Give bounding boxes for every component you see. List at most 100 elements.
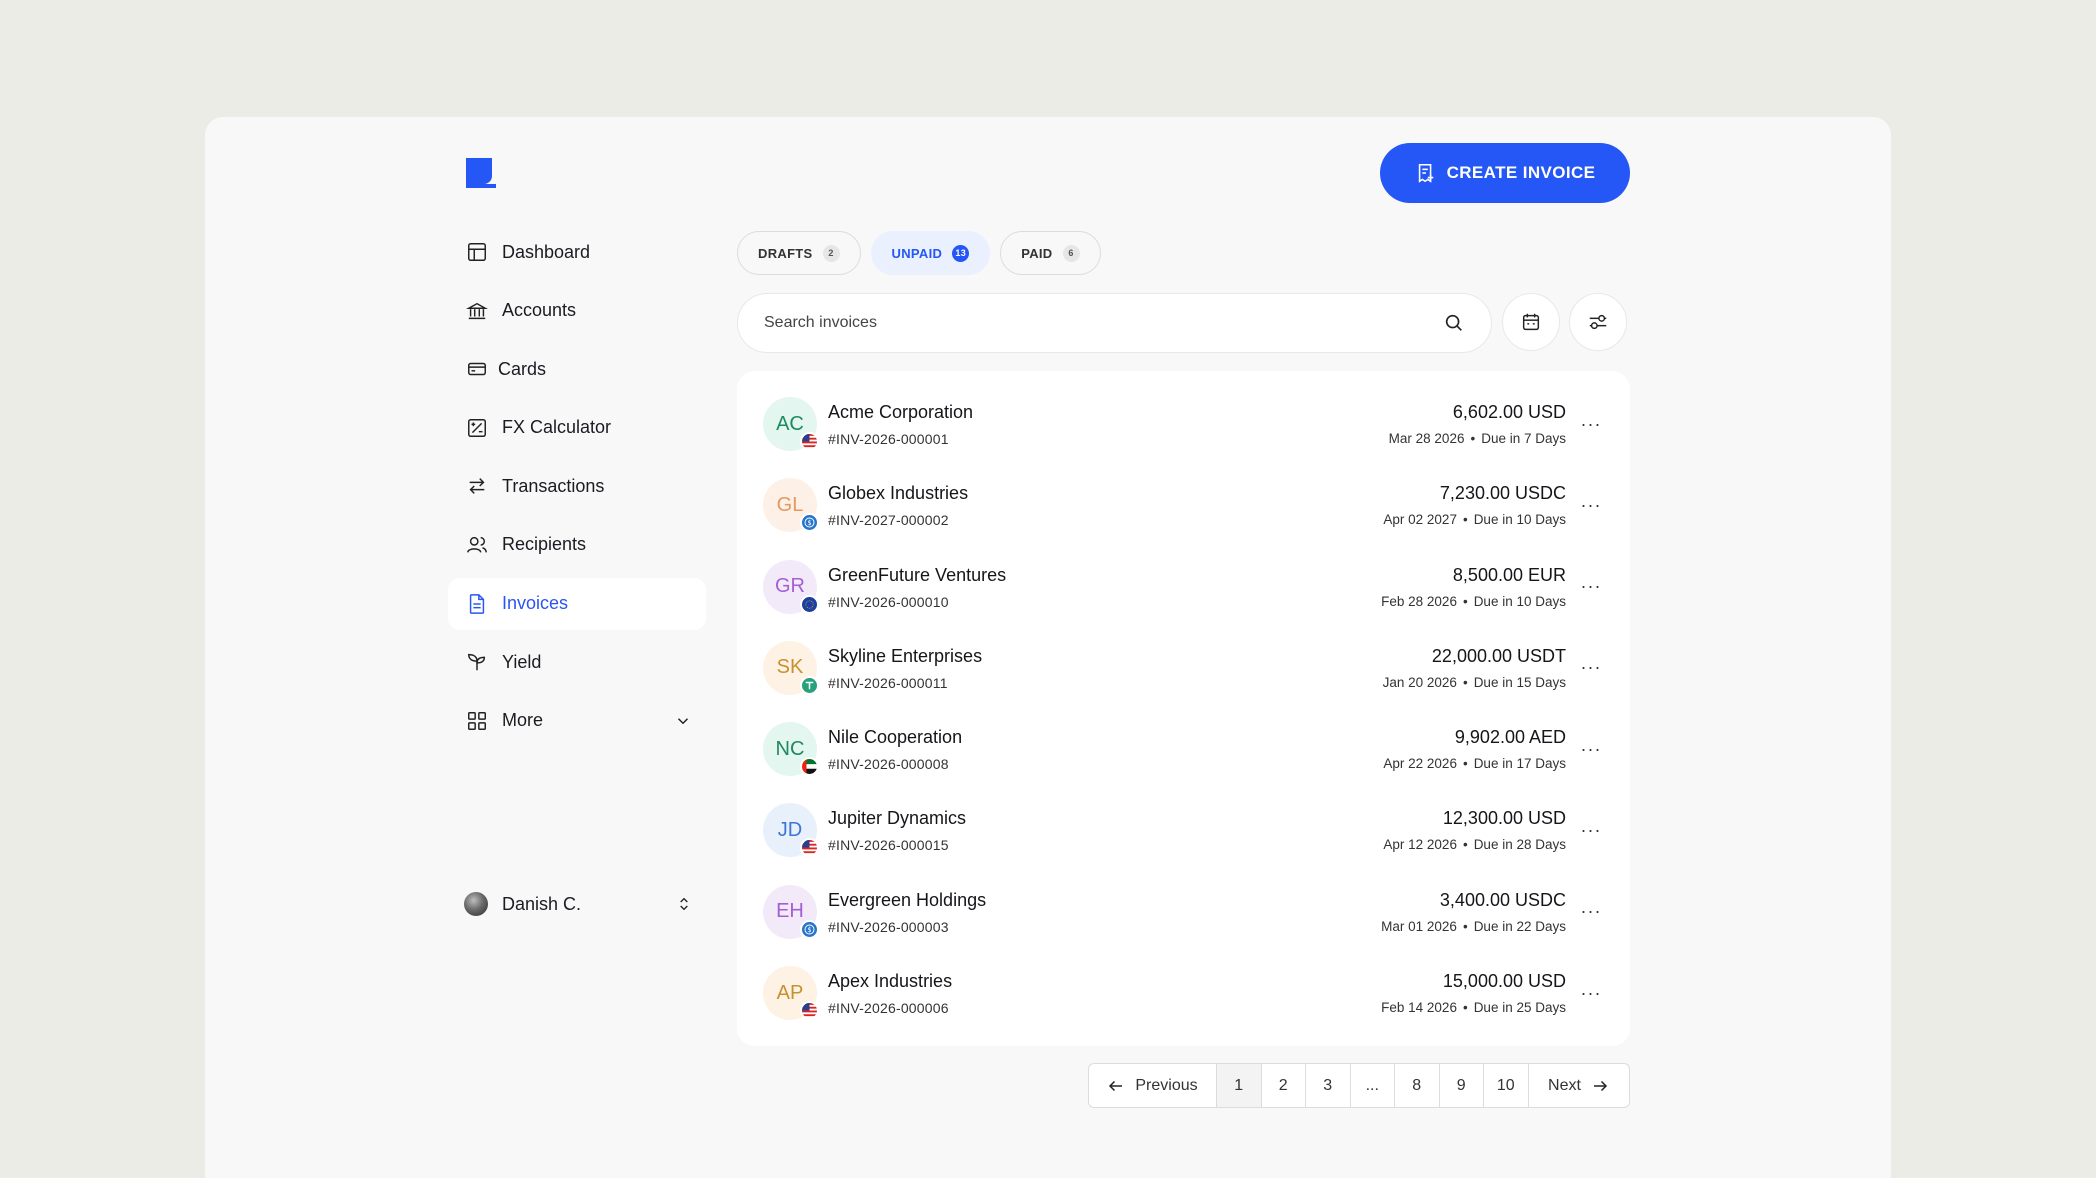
invoice-row[interactable]: GR GreenFuture Ventures #INV-2026-000010 8,…	[737, 548, 1630, 629]
page-button-8[interactable]: 8	[1395, 1064, 1440, 1107]
page-button-3[interactable]: 3	[1306, 1064, 1351, 1107]
page-button-9[interactable]: 9	[1440, 1064, 1484, 1107]
usdc-icon: $	[800, 513, 819, 533]
separator-dot: •	[1462, 837, 1468, 853]
calendar-button[interactable]	[1502, 293, 1560, 351]
invoice-number: #INV-2026-000015	[828, 837, 949, 854]
tab-count-badge: 2	[822, 244, 840, 262]
invoice-amount: 3,400.00 USDC	[1439, 889, 1566, 910]
company-name: Skyline Enterprises	[828, 645, 983, 666]
invoice-row[interactable]: EH $ Evergreen Holdings #INV-2026-000003 3,4…	[737, 873, 1630, 954]
sidebar-item-cards[interactable]: Cards	[448, 343, 706, 395]
invoice-number: #INV-2026-000011	[828, 674, 948, 691]
more-options-icon[interactable]: ···	[1580, 494, 1602, 516]
due-status: Due in 10 Days	[1473, 593, 1566, 609]
sidebar-item-label: FX Calculator	[502, 417, 612, 438]
invoice-row[interactable]: JD Jupiter Dynamics #INV-2026-000015 12,300…	[737, 791, 1630, 872]
invoice-number: #INV-2026-000010	[828, 593, 949, 610]
invoice-row[interactable]: GL $ Globex Industries #INV-2027-000002 7,23…	[737, 466, 1630, 547]
filter-button[interactable]	[1569, 293, 1627, 351]
page-button-1[interactable]: 1	[1217, 1064, 1262, 1107]
separator-dot: •	[1462, 918, 1468, 934]
sliders-icon	[1589, 314, 1607, 330]
invoice-dates: Feb 14 2026 • Due in 25 Days	[1381, 1000, 1566, 1015]
separator-dot: •	[1462, 512, 1468, 528]
page-button-10[interactable]: 10	[1484, 1064, 1529, 1107]
due-status: Due in 22 Days	[1473, 918, 1566, 934]
invoice-list: AC Acme Corporation #INV-2026-000001 6,602.…	[737, 371, 1630, 1046]
invoice-row[interactable]: SK Skyline Enterprises #INV-2026-000011 22,…	[737, 629, 1630, 710]
search-icon[interactable]	[1443, 312, 1465, 334]
document-icon	[466, 593, 488, 615]
more-options-icon[interactable]: ···	[1580, 413, 1602, 435]
separator-dot: •	[1462, 593, 1468, 609]
eu-flag-icon	[800, 594, 819, 614]
invoice-dates: Mar 28 2026 • Due in 7 Days	[1389, 431, 1566, 446]
invoice-number: #INV-2026-000001	[828, 431, 949, 447]
next-page-button[interactable]: Next	[1529, 1064, 1629, 1107]
search-input[interactable]	[764, 314, 1443, 332]
company-name: Jupiter Dynamics	[828, 808, 967, 829]
create-invoice-button[interactable]: CREATE INVOICE	[1380, 143, 1630, 203]
invoice-row[interactable]: NC Nile Cooperation #INV-2026-000008 9,902.…	[737, 710, 1630, 791]
invoice-amount: 7,230.00 USDC	[1439, 483, 1566, 504]
tab-drafts[interactable]: DRAFTS 2	[737, 231, 861, 275]
invoice-row[interactable]: AC Acme Corporation #INV-2026-000001 6,602.…	[737, 385, 1630, 466]
sidebar-item-yield[interactable]: Yield	[448, 636, 706, 688]
page-ellipsis: ...	[1351, 1064, 1395, 1107]
sidebar-item-label: Yield	[502, 651, 542, 672]
invoice-amount: 22,000.00 USDT	[1431, 645, 1566, 666]
sidebar-item-invoices[interactable]: Invoices	[448, 577, 706, 630]
tab-label: DRAFTS	[758, 245, 813, 261]
due-status: Due in 15 Days	[1473, 674, 1566, 690]
invoice-row[interactable]: AP Apex Industries #INV-2026-000006 15,000.…	[737, 954, 1630, 1035]
previous-label: Previous	[1135, 1076, 1198, 1094]
us-flag-icon	[800, 1001, 819, 1021]
company-name: Evergreen Holdings	[828, 889, 987, 910]
tab-paid[interactable]: PAID 6	[1000, 231, 1101, 275]
invoice-dates: Apr 02 2027 • Due in 10 Days	[1383, 512, 1566, 527]
logo-icon[interactable]	[466, 158, 496, 188]
arrow-left-icon	[1109, 1080, 1123, 1091]
page-button-2[interactable]: 2	[1262, 1064, 1306, 1107]
due-status: Due in 25 Days	[1473, 1000, 1566, 1016]
invoice-add-icon	[1418, 163, 1433, 183]
more-options-icon[interactable]: ···	[1580, 901, 1602, 923]
more-options-icon[interactable]: ···	[1580, 576, 1602, 598]
invoice-dates: Apr 12 2026 • Due in 28 Days	[1383, 837, 1566, 852]
separator-dot: •	[1462, 674, 1468, 690]
usdt-icon	[800, 675, 819, 695]
tab-unpaid[interactable]: UNPAID 13	[870, 231, 991, 275]
separator-dot: •	[1462, 756, 1468, 772]
pagination: Previous 1 2 3 ... 8 9 10 Next	[1088, 1063, 1630, 1108]
more-options-icon[interactable]: ···	[1580, 738, 1602, 760]
search-bar	[737, 293, 1492, 353]
more-options-icon[interactable]: ···	[1580, 819, 1602, 841]
invoice-date: Feb 14 2026	[1381, 1000, 1457, 1016]
separator-dot: •	[1462, 1000, 1468, 1016]
sidebar-item-label: Invoices	[502, 593, 569, 614]
user-name: Danish C.	[502, 893, 582, 914]
sidebar-item-label: Accounts	[502, 300, 577, 321]
company-name: Globex Industries	[828, 483, 969, 504]
invoice-amount: 9,902.00 AED	[1454, 727, 1566, 748]
previous-page-button[interactable]: Previous	[1089, 1064, 1217, 1107]
sidebar-item-accounts[interactable]: Accounts	[448, 285, 706, 337]
separator-dot: •	[1470, 431, 1476, 446]
calculator-icon	[466, 417, 488, 439]
calendar-icon	[1522, 313, 1540, 331]
sidebar-item-label: More	[502, 710, 544, 731]
sidebar-item-recipients[interactable]: Recipients	[448, 519, 706, 571]
sidebar-item-dashboard[interactable]: Dashboard	[448, 226, 706, 278]
sidebar-nav: Dashboard Accounts Cards FX Calculator T…	[448, 226, 706, 753]
user-menu[interactable]: Danish C.	[448, 878, 706, 930]
sidebar-item-transactions[interactable]: Transactions	[448, 460, 706, 512]
sidebar-item-fx-calculator[interactable]: FX Calculator	[448, 402, 706, 454]
chevron-down-icon	[677, 717, 689, 725]
layout-icon	[466, 241, 488, 263]
tab-count-badge: 13	[952, 244, 970, 262]
sidebar-item-more[interactable]: More	[448, 695, 706, 747]
more-options-icon[interactable]: ···	[1580, 657, 1602, 679]
more-options-icon[interactable]: ···	[1580, 982, 1602, 1004]
card-icon	[466, 358, 488, 380]
